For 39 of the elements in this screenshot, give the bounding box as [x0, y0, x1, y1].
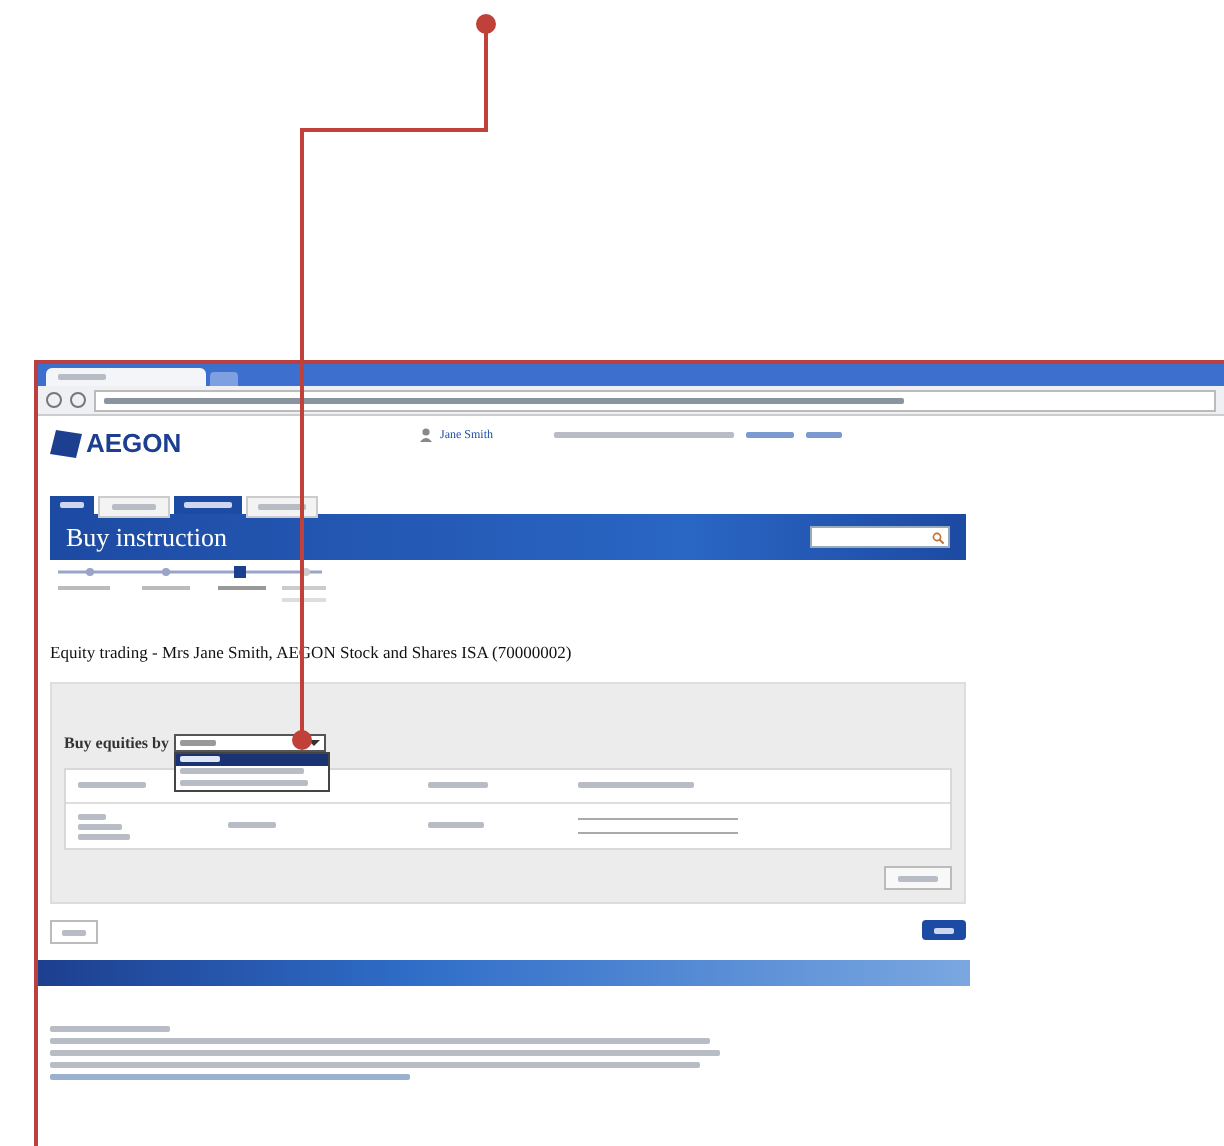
page-title: Buy instruction — [66, 521, 228, 553]
blurred-text-line — [78, 782, 146, 789]
blurred-text-line — [228, 822, 276, 829]
buy-by-label: Buy equities by — [64, 733, 169, 751]
blurred-text-line — [745, 432, 793, 438]
blurred-text-line — [258, 504, 306, 510]
blurred-text-line — [428, 822, 484, 829]
logo-icon — [50, 429, 82, 457]
dropdown-option[interactable] — [176, 753, 329, 765]
blurred-text-line — [180, 756, 221, 762]
blurred-text-line — [58, 374, 106, 380]
nav-tab[interactable] — [246, 496, 318, 518]
blurred-text-line — [184, 502, 232, 508]
blurred-text-line — [898, 875, 938, 881]
blurred-text-line — [934, 927, 954, 933]
blurred-text-line — [78, 833, 130, 839]
blurred-text-line — [112, 504, 156, 510]
nav-tab[interactable] — [174, 496, 242, 514]
blurred-text-line — [50, 1026, 170, 1032]
blurred-text-line — [578, 782, 694, 789]
search-icon — [932, 531, 944, 543]
address-bar[interactable] — [94, 389, 1216, 411]
back-icon[interactable] — [46, 392, 62, 408]
reload-icon[interactable] — [70, 392, 86, 408]
logo: AEGON — [86, 428, 182, 458]
blurred-text-line — [428, 782, 488, 789]
blurred-text-line — [78, 823, 122, 829]
blurred-text-line — [180, 739, 217, 745]
blurred-text-line — [180, 768, 305, 774]
blurred-text-line — [180, 780, 309, 786]
blurred-text-line — [62, 929, 86, 935]
search-field[interactable] — [810, 526, 950, 548]
blurred-text-line — [60, 502, 84, 508]
nav-tab[interactable] — [50, 496, 94, 514]
blurred-text-line — [78, 813, 106, 819]
blurred-text-line — [805, 432, 841, 438]
person-icon — [420, 428, 432, 442]
shares-input[interactable] — [578, 818, 738, 834]
next-button[interactable] — [922, 920, 966, 940]
